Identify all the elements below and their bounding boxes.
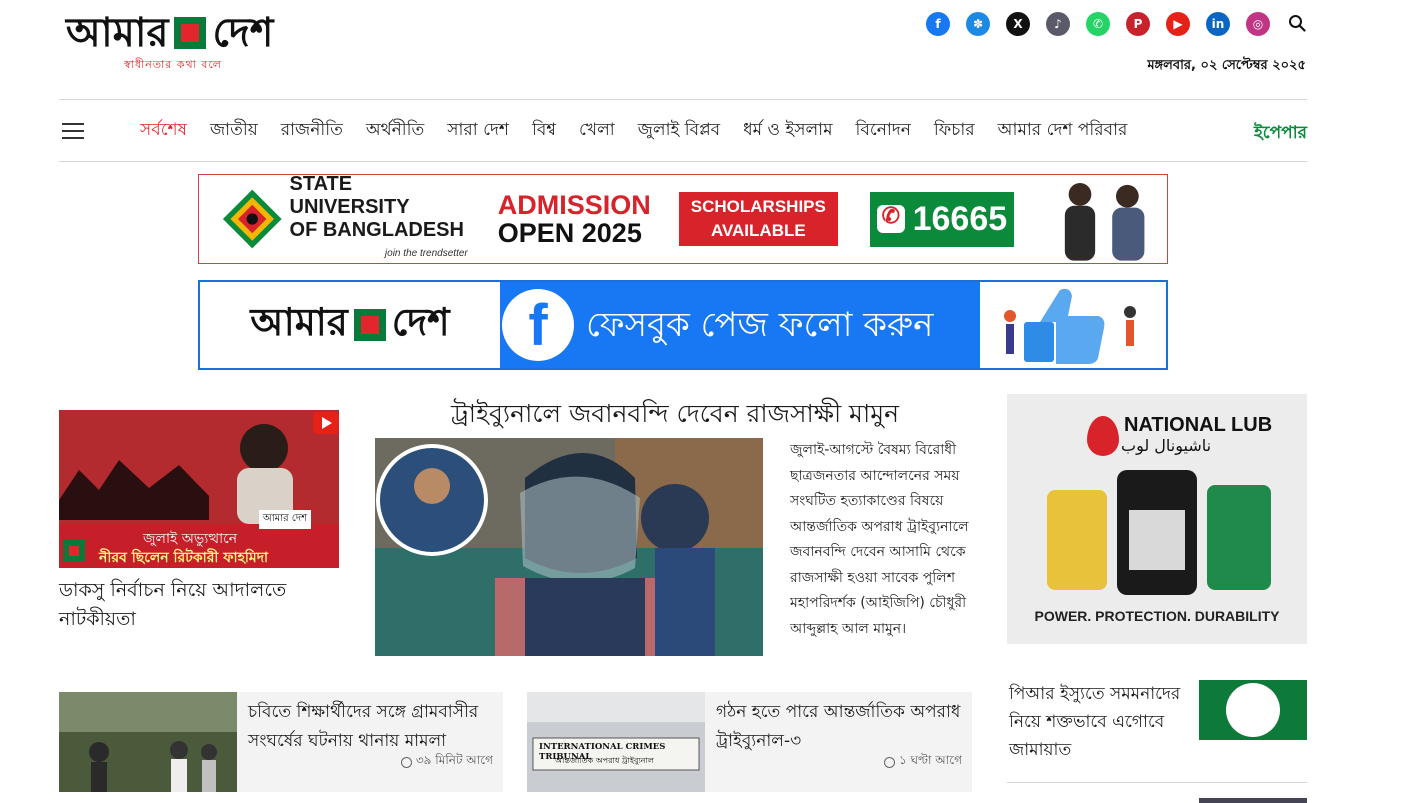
nav-item[interactable]: ফিচার [934,117,975,145]
site-logo[interactable]: আমার দেশ স্বাধীনতার কথা বলে [66,9,306,72]
current-date: মঙ্গলবার, ০২ সেপ্টেম্বর ২০২৫ [1147,58,1306,73]
ad-brand-arabic: ناشيونال لوب [1121,436,1212,455]
whatsapp-icon[interactable]: ✆ [1086,12,1110,36]
nav-item[interactable]: সারা দেশ [447,117,509,145]
nav-item[interactable]: বিনোদন [856,117,911,145]
thumbs-up-illustration [980,282,1166,368]
university-logo-icon [222,189,282,249]
hotline-badge: 16665 [869,191,1014,247]
nav-item[interactable]: জুলাই বিপ্লব [638,117,720,145]
x-icon[interactable]: X [1006,12,1030,36]
logo-flag-icon [353,309,386,341]
instagram-icon[interactable]: ◎ [1246,12,1270,36]
news-card[interactable]: চবিতে শিক্ষার্থীদের সঙ্গে গ্রামবাসীর সংঘ… [59,692,503,792]
news-card[interactable]: INTERNATIONAL CRIMES TRIBUNAL আন্তর্জাতি… [527,692,972,792]
ad-brand: NATIONAL LUB [1124,414,1273,436]
lead-story-headline[interactable]: ট্রাইব্যুনালে জবানবন্দি দেবেন রাজসাক্ষী … [375,394,975,437]
party-logo-icon [1226,683,1280,737]
nav-item[interactable]: ধর্ম ও ইসলাম [743,117,832,145]
community-icon[interactable]: ✽ [966,12,990,36]
university-banner-ad[interactable]: STATE UNIVERSITY OF BANGLADESH join the … [198,173,1168,265]
news-card-title[interactable]: চবিতে শিক্ষার্থীদের সঙ্গে গ্রামবাসীর সংঘ… [248,698,498,756]
nav-item[interactable]: জাতীয় [210,117,258,145]
news-card-time: ৩৯ মিনিট আগে [400,752,493,772]
oil-drop-icon [1087,416,1119,456]
news-card-time: ১ ঘণ্টা আগে [884,752,962,772]
social-links: f ✽ X ♪ ✆ P ▶ in ◎ [926,12,1270,36]
lead-story-photo[interactable] [375,438,763,656]
hotline-number: 16665 [912,199,1008,238]
university-name: STATE UNIVERSITY OF BANGLADESH join the … [290,173,468,265]
left-story-thumbnail[interactable]: আমার দেশ জুলাই অভ্যুত্থানে নীরব ছিলেন রি… [59,410,339,568]
nav-item[interactable]: অর্থনীতি [366,117,424,145]
nav-item[interactable]: সর্বশেষ [140,117,187,145]
admission-text: ADMISSION OPEN 2025 [497,190,651,248]
oil-bottles-image [1047,470,1271,595]
logo-flag-icon [174,17,207,49]
divider [1007,782,1307,783]
left-story-title[interactable]: ডাকসু নির্বাচন নিয়ে আদালতে নাটকীয়তা [59,576,339,634]
university-tagline: join the trendsetter [384,248,468,259]
students-photo [1064,183,1145,261]
brand-watermark: আমার দেশ [259,510,312,529]
scholarships-badge: SCHOLARSHIPS AVAILABLE [678,192,838,246]
youtube-icon[interactable]: ▶ [1166,12,1190,36]
lead-story-summary: জুলাই-আগস্টে বৈষম্য বিরোধী ছাত্রজনতার আন… [790,442,969,637]
thumbnail-caption-bottom: নীরব ছিলেন রিটকারী ফাহমিদা [99,550,269,566]
phone-icon [876,203,905,233]
tribunal-sign-bn: আন্তর্জাতিক অপরাধ ট্রাইব্যুনাল [555,756,654,765]
tiktok-icon[interactable]: ♪ [1046,12,1070,36]
news-card-title[interactable]: গঠন হতে পারে আন্তর্জাতিক অপরাধ ট্রাইব্যু… [716,698,966,756]
ad-slogan: POWER. PROTECTION. DURABILITY [1034,608,1280,624]
clock-icon [884,756,896,768]
menu-icon[interactable] [62,122,84,139]
epaper-link[interactable]: ইপেপার [1254,120,1307,148]
banner-logo: আমার দেশ [250,299,450,344]
facebook-icon: f [502,289,574,361]
national-lub-ad[interactable]: NATIONAL LUB ناشيونال لوب POWER. PROTECT… [1007,394,1307,644]
side-story-title[interactable]: পিআর ইস্যুতে সমমনাদের নিয়ে শক্তভাবে এগো… [1009,680,1189,764]
logo-text-left: আমার [66,9,169,56]
facebook-follow-banner[interactable]: আমার দেশ f ফেসবুক পেজ ফলো করুন [198,280,1168,370]
nav-item[interactable]: বিশ্ব [532,117,556,145]
search-icon[interactable] [1288,14,1306,32]
pinterest-icon[interactable]: P [1126,12,1150,36]
site-tagline: স্বাধীনতার কথা বলে [124,58,222,71]
nav-item[interactable]: রাজনীতি [281,117,343,145]
nav-item[interactable]: আমার দেশ পরিবার [998,117,1128,145]
facebook-icon[interactable]: f [926,12,950,36]
next-story-thumbnail[interactable] [1199,798,1307,803]
clock-icon [400,756,412,768]
news-card-thumbnail: INTERNATIONAL CRIMES TRIBUNAL আন্তর্জাতি… [527,692,705,792]
logo-text-right: দেশ [212,9,274,56]
nav-item[interactable]: খেলা [579,117,615,145]
linkedin-icon[interactable]: in [1206,12,1230,36]
facebook-follow-text: ফেসবুক পেজ ফলো করুন [586,305,934,345]
side-story-thumbnail[interactable] [1199,680,1307,740]
news-card-thumbnail [59,692,237,792]
main-navigation: সর্বশেষ জাতীয় রাজনীতি অর্থনীতি সারা দেশ বিশ্… [59,99,1307,162]
